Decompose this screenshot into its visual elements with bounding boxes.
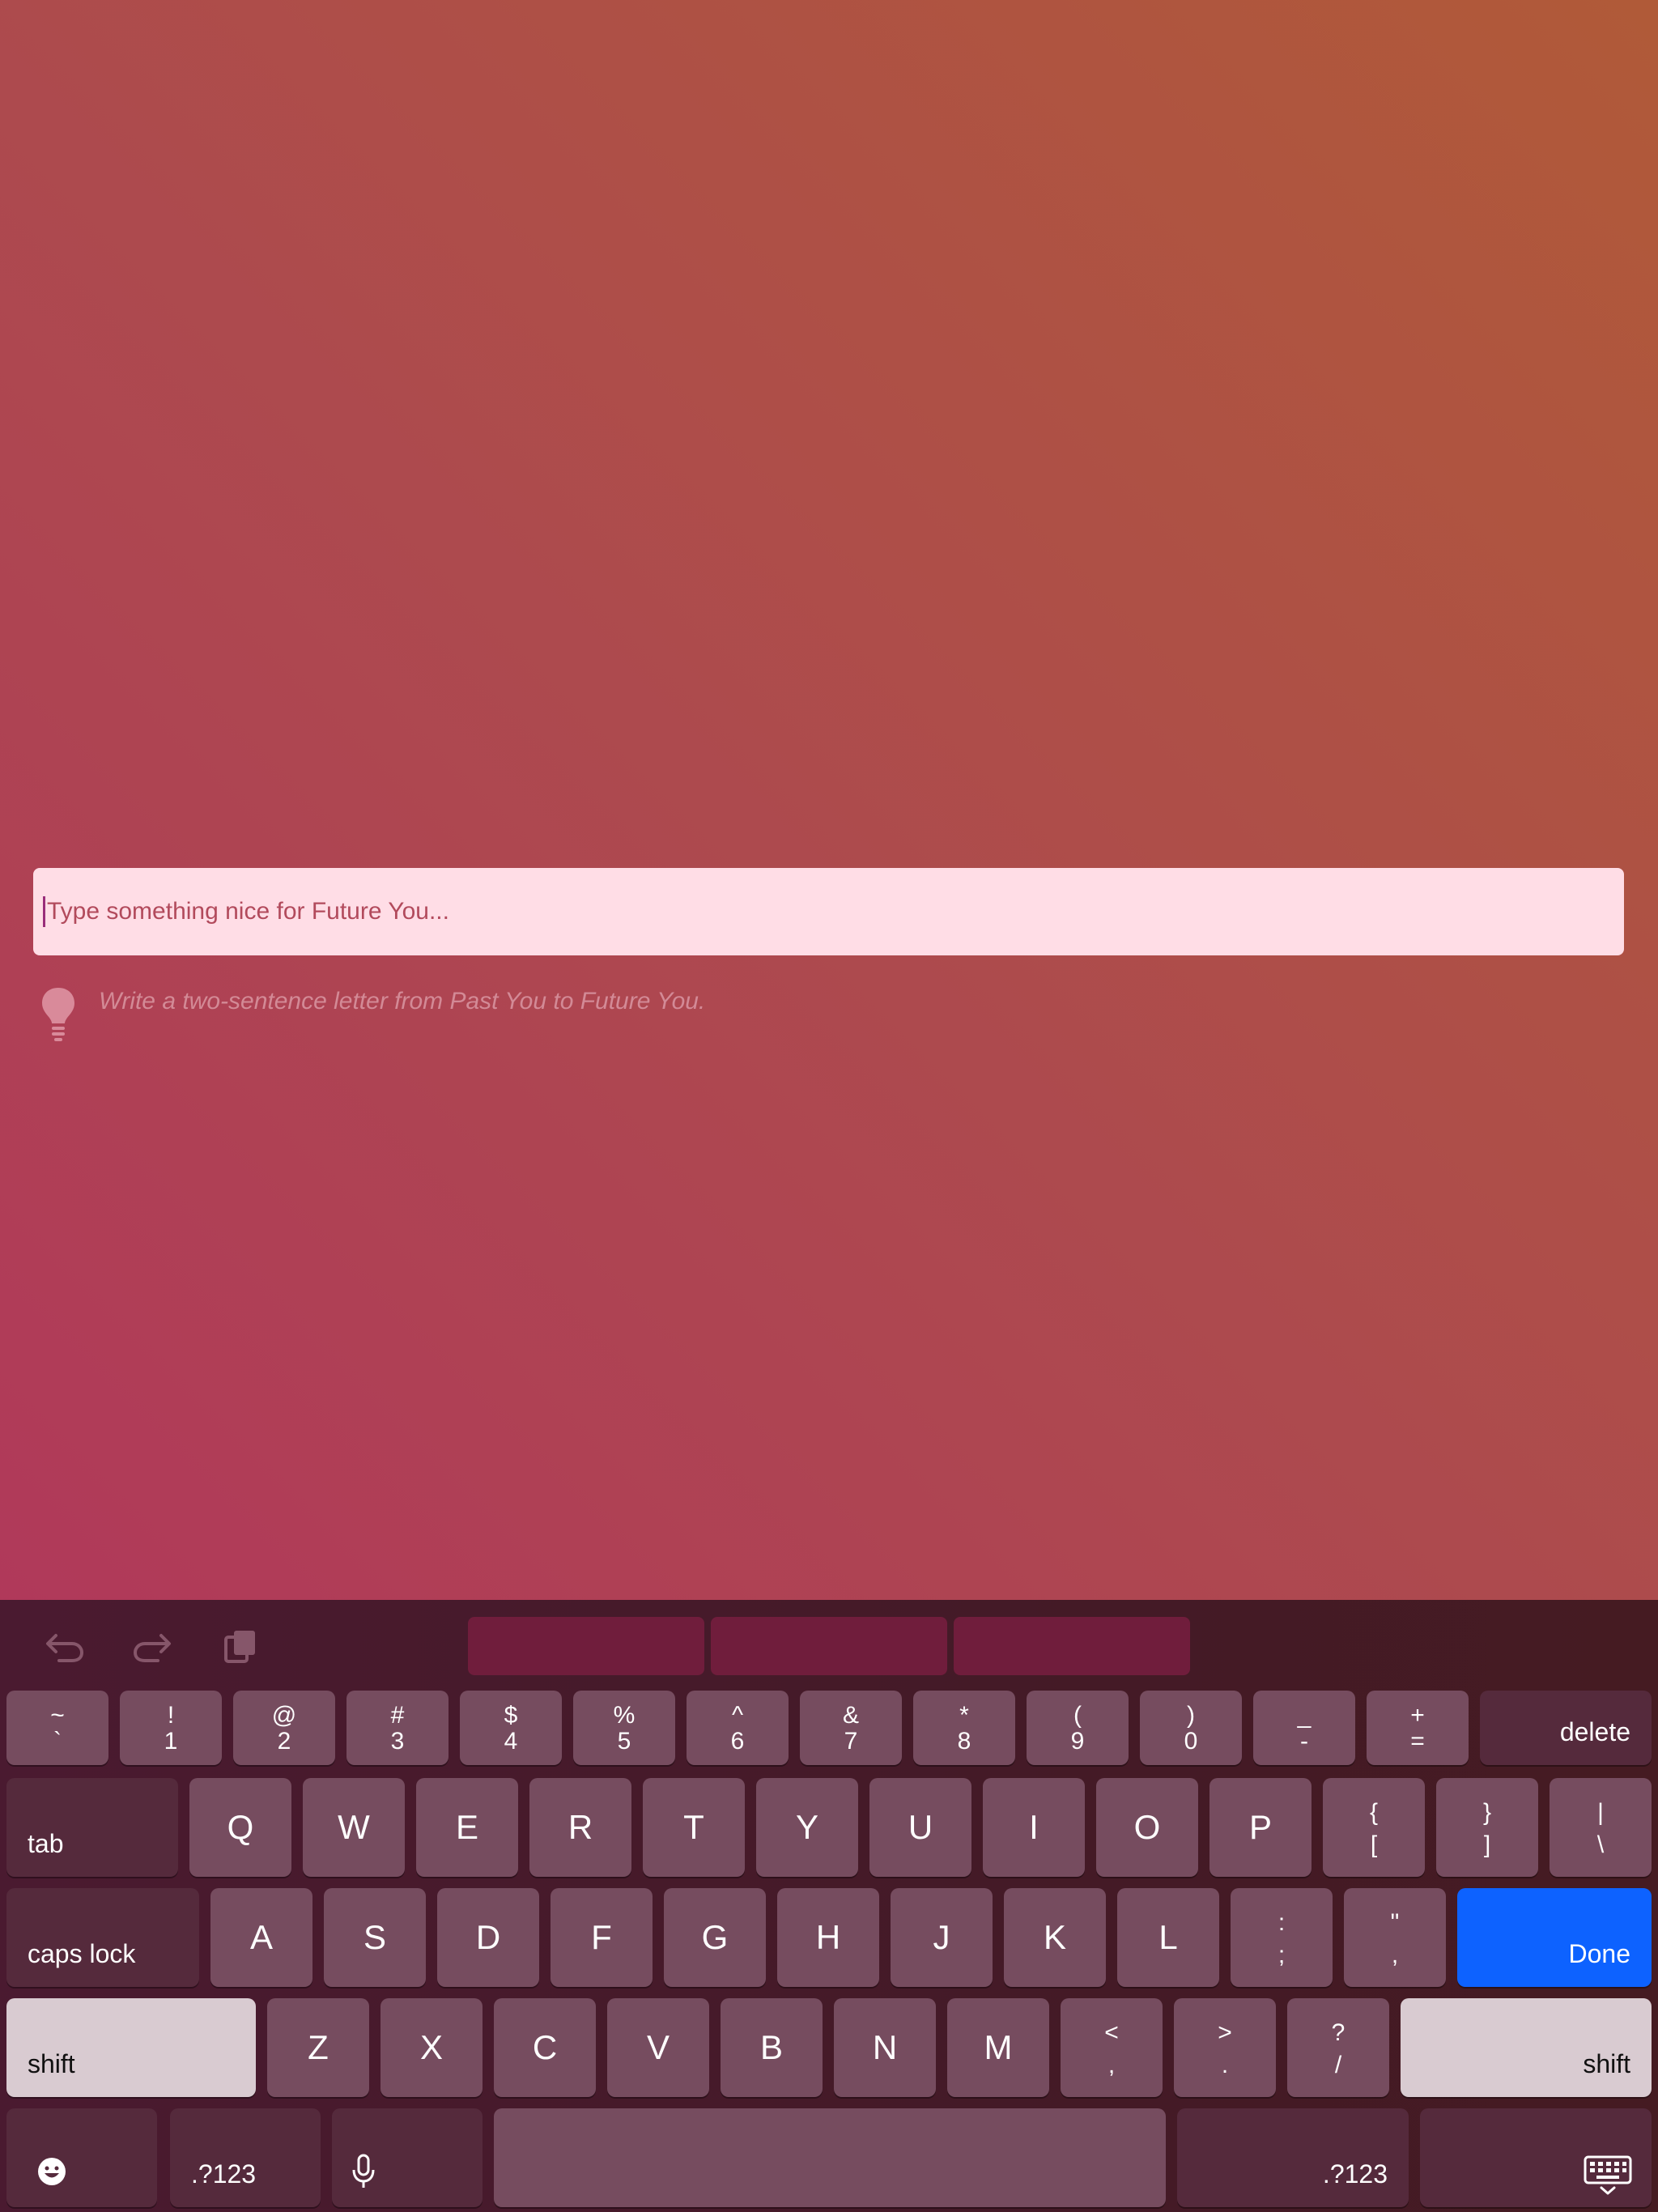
key-slash[interactable]: ? / — [1287, 1998, 1389, 2097]
key-n[interactable]: N — [834, 1998, 936, 2097]
letter-input[interactable]: Type something nice for Future You... — [33, 868, 1624, 955]
key-g[interactable]: G — [664, 1888, 766, 1987]
letter-input-placeholder: Type something nice for Future You... — [47, 898, 449, 925]
key-u[interactable]: U — [869, 1778, 971, 1877]
key-p[interactable]: P — [1209, 1778, 1312, 1877]
key-3[interactable]: #3 — [346, 1691, 449, 1765]
suggestion-slot-2[interactable] — [711, 1617, 947, 1675]
key-comma[interactable]: <, — [1061, 1998, 1163, 2097]
key-m[interactable]: M — [947, 1998, 1049, 2097]
undo-icon[interactable] — [45, 1627, 85, 1663]
key-quote[interactable]: ", — [1344, 1888, 1446, 1987]
key-r[interactable]: R — [529, 1778, 631, 1877]
key-right-bracket[interactable]: }] — [1436, 1778, 1538, 1877]
dictation-key[interactable] — [332, 2108, 483, 2207]
key-e[interactable]: E — [416, 1778, 518, 1877]
key-semicolon[interactable]: :; — [1231, 1888, 1333, 1987]
lightbulb-icon — [42, 988, 74, 1041]
key-s[interactable]: S — [324, 1888, 426, 1987]
key-t[interactable]: T — [643, 1778, 745, 1877]
key-0[interactable]: ) 0 — [1140, 1691, 1242, 1765]
delete-key[interactable]: delete — [1480, 1691, 1652, 1765]
text-caret — [43, 896, 45, 927]
suggestion-slot-1[interactable] — [468, 1617, 704, 1675]
key-2[interactable]: @2 — [233, 1691, 335, 1765]
key-8[interactable]: * 8 — [913, 1691, 1015, 1765]
caps-lock-key[interactable]: caps lock — [6, 1888, 199, 1987]
right-shift-key[interactable]: shift — [1401, 1998, 1652, 2097]
microphone-icon — [352, 2154, 375, 2188]
key-y[interactable]: Y — [756, 1778, 858, 1877]
done-button[interactable]: Done — [1457, 1888, 1652, 1987]
key-7[interactable]: & 7 — [800, 1691, 902, 1765]
tab-key[interactable]: tab — [6, 1778, 178, 1877]
keyboard-dismiss-key[interactable] — [1420, 2108, 1652, 2207]
key-z[interactable]: Z — [267, 1998, 369, 2097]
key-backtick[interactable]: ~ ` — [6, 1691, 108, 1765]
key-x[interactable]: X — [380, 1998, 483, 2097]
hint-row: Write a two-sentence letter from Past Yo… — [40, 986, 705, 1043]
key-j[interactable]: J — [891, 1888, 993, 1987]
hint-text: Write a two-sentence letter from Past Yo… — [99, 988, 706, 1015]
key-minus[interactable]: _ - — [1253, 1691, 1355, 1765]
key-d[interactable]: D — [437, 1888, 539, 1987]
key-backslash[interactable]: | \ — [1550, 1778, 1652, 1877]
numbers-key-left[interactable]: .?123 — [170, 2108, 321, 2207]
key-a[interactable]: A — [210, 1888, 312, 1987]
numbers-key-right[interactable]: .?123 — [1177, 2108, 1409, 2207]
key-l[interactable]: L — [1117, 1888, 1219, 1987]
key-k[interactable]: K — [1004, 1888, 1106, 1987]
key-i[interactable]: I — [983, 1778, 1085, 1877]
emoji-key[interactable] — [6, 2108, 157, 2207]
space-bar[interactable] — [494, 2108, 1166, 2207]
key-6[interactable]: ^ 6 — [687, 1691, 789, 1765]
key-5[interactable]: % 5 — [573, 1691, 675, 1765]
key-period[interactable]: >. — [1174, 1998, 1276, 2097]
key-1[interactable]: ! 1 — [120, 1691, 222, 1765]
paste-icon[interactable] — [223, 1627, 263, 1663]
key-v[interactable]: V — [607, 1998, 709, 2097]
key-w[interactable]: W — [303, 1778, 405, 1877]
keyboard-dismiss-icon — [1584, 2155, 1632, 2195]
key-f[interactable]: F — [551, 1888, 653, 1987]
key-equals[interactable]: + = — [1367, 1691, 1469, 1765]
emoji-icon — [38, 2158, 66, 2185]
key-9[interactable]: (9 — [1027, 1691, 1129, 1765]
left-shift-key[interactable]: shift — [6, 1998, 256, 2097]
key-c[interactable]: C — [494, 1998, 596, 2097]
key-4[interactable]: $4 — [460, 1691, 562, 1765]
key-o[interactable]: O — [1096, 1778, 1198, 1877]
key-h[interactable]: H — [777, 1888, 879, 1987]
key-left-bracket[interactable]: {[ — [1323, 1778, 1425, 1877]
suggestion-slot-3[interactable] — [954, 1617, 1190, 1675]
key-q[interactable]: Q — [189, 1778, 291, 1877]
key-b[interactable]: B — [721, 1998, 823, 2097]
redo-icon[interactable] — [132, 1627, 172, 1663]
